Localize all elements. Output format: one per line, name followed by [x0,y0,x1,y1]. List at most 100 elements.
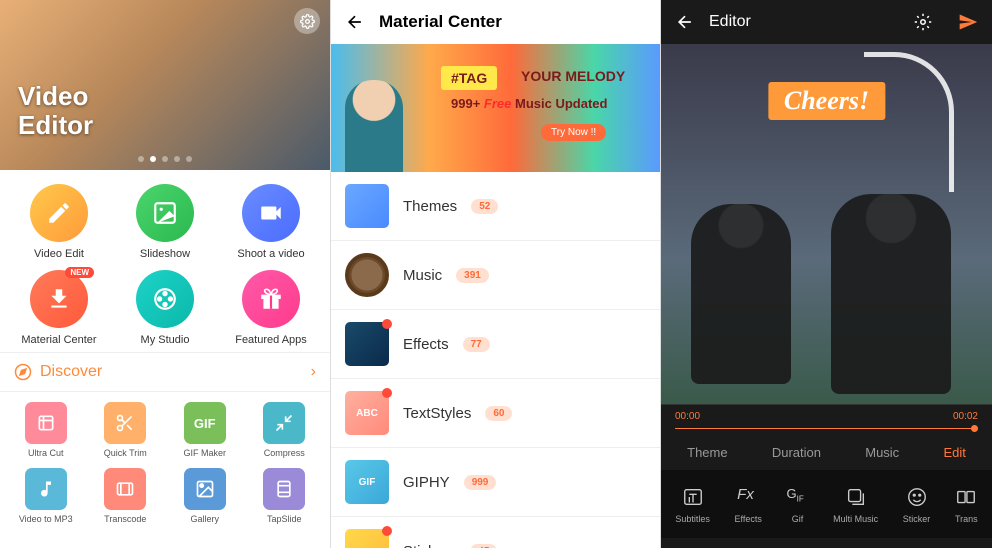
count-badge: 391 [456,268,489,283]
scissors-icon [115,413,135,433]
ultra-cut-button[interactable]: Ultra Cut [8,402,84,458]
overlay-text: Cheers! [768,82,885,120]
gif-button[interactable]: GIFGif [786,486,808,524]
list-item-music[interactable]: Music391 [331,241,660,310]
list-item-giphy[interactable]: GIFGIPHY999 [331,448,660,517]
tapslide-button[interactable]: TapSlide [247,468,323,524]
discover-label: Discover [40,363,102,381]
gear-icon [300,14,315,29]
tool-grid: Ultra Cut Quick Trim GIFGIF Maker Compre… [0,392,330,534]
image-icon [152,200,178,226]
subtitles-button[interactable]: Subtitles [675,486,710,524]
list-item-textstyles[interactable]: ABCTextStyles60 [331,379,660,448]
discover-row[interactable]: Discover › [0,352,330,392]
send-icon [958,12,978,32]
timeline-track[interactable] [675,428,978,429]
download-icon [46,286,72,312]
arrow-left-icon [345,12,365,32]
transcode-button[interactable]: Transcode [88,468,164,524]
transcode-icon [115,479,135,499]
tapslide-icon [274,479,294,499]
promo-banner[interactable]: #TAG YOUR MELODY 999+ Free Music Updated… [331,44,660,172]
fx-icon: Fx [737,486,759,508]
my-studio-button[interactable]: My Studio [114,270,216,346]
material-center-button[interactable]: NEW Material Center [8,270,110,346]
home-panel: Video Editor Video Edit Slideshow Shoot … [0,0,330,548]
pencil-icon [46,200,72,226]
material-list: Themes52 Music391 Effects77 ABCTextStyle… [331,172,660,548]
hero-banner[interactable]: Video Editor [0,0,330,170]
time-end: 00:02 [953,411,978,422]
banner-subtitle: 999+ Free Music Updated [451,96,607,111]
shoot-video-button[interactable]: Shoot a video [220,184,322,260]
film-reel-icon [152,286,178,312]
try-now-button[interactable]: Try Now !! [541,124,606,141]
banner-illustration [345,80,403,172]
swoosh-graphic [864,52,954,192]
main-icon-grid: Video Edit Slideshow Shoot a video NEW M… [0,170,330,352]
camera-icon [258,200,284,226]
textstyles-icon: ABC [345,391,389,435]
compass-icon [14,363,32,381]
transition-icon [955,486,977,508]
effects-icon [345,322,389,366]
video-edit-button[interactable]: Video Edit [8,184,110,260]
count-badge: 52 [471,199,498,214]
header-title: Material Center [379,12,502,32]
icon-label: Video Edit [34,248,84,260]
editor-tabs: Theme Duration Music Edit [661,435,992,470]
effects-button[interactable]: FxEffects [734,486,761,524]
quick-trim-button[interactable]: Quick Trim [88,402,164,458]
multi-music-button[interactable]: Multi Music [833,486,878,524]
stickers-icon [345,529,389,548]
icon-label: My Studio [141,334,190,346]
tab-edit[interactable]: Edit [943,445,965,460]
export-button[interactable] [958,12,978,32]
count-badge: 77 [463,337,490,352]
back-button[interactable] [675,12,695,32]
list-item-stickers[interactable]: Stickers45 [331,517,660,548]
icon-label: Slideshow [140,248,190,260]
compress-icon [274,413,294,433]
gift-icon [258,286,284,312]
settings-button[interactable] [914,13,932,31]
themes-icon [345,184,389,228]
settings-button[interactable] [294,8,320,34]
timeline-bar: 00:00 00:02 [661,404,992,428]
tab-theme[interactable]: Theme [687,445,727,460]
back-button[interactable] [345,12,365,32]
time-start: 00:00 [675,411,700,422]
icon-label: Featured Apps [235,334,307,346]
tab-duration[interactable]: Duration [772,445,821,460]
count-badge: 999 [464,475,497,490]
list-item-themes[interactable]: Themes52 [331,172,660,241]
list-item-effects[interactable]: Effects77 [331,310,660,379]
gallery-icon [195,479,215,499]
editor-header: Editor [661,0,992,44]
banner-melody: YOUR MELODY [521,68,625,84]
gear-icon [914,13,932,31]
compress-button[interactable]: Compress [247,402,323,458]
sticker-button[interactable]: Sticker [903,486,931,524]
gif-icon: GIF [786,486,808,508]
featured-apps-button[interactable]: Featured Apps [220,270,322,346]
music-note-icon [36,479,56,499]
count-badge: 60 [485,406,512,421]
icon-label: Material Center [21,334,96,346]
gif-maker-button[interactable]: GIFGIF Maker [167,402,243,458]
hero-title: Video Editor [18,82,93,139]
video-preview[interactable]: Cheers! [661,44,992,404]
giphy-icon: GIF [345,460,389,504]
slideshow-button[interactable]: Slideshow [114,184,216,260]
transition-button[interactable]: Trans [955,486,978,524]
arrow-left-icon [675,12,695,32]
layers-icon [845,486,867,508]
video-to-mp3-button[interactable]: Video to MP3 [8,468,84,524]
material-header: Material Center [331,0,660,44]
hero-pager[interactable] [138,156,192,162]
banner-tag: #TAG [441,66,497,90]
text-icon [682,486,704,508]
new-badge: NEW [65,267,94,278]
gallery-button[interactable]: Gallery [167,468,243,524]
tab-music[interactable]: Music [865,445,899,460]
